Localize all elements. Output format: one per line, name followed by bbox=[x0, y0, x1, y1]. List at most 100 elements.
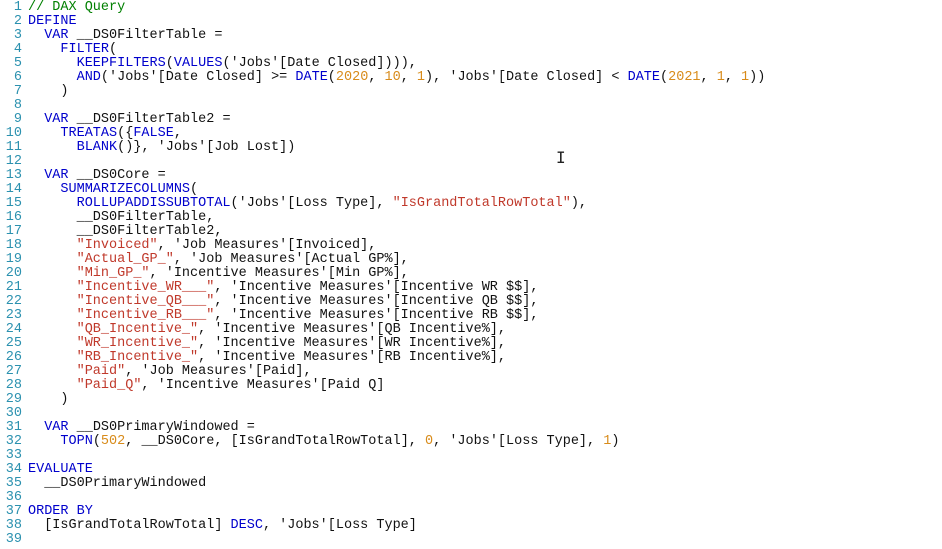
code-line[interactable]: __DS0FilterTable2, bbox=[28, 225, 942, 239]
token-punct: ( bbox=[660, 70, 668, 85]
code-line[interactable]: TREATAS({FALSE, bbox=[28, 127, 942, 141]
token-punct: , bbox=[376, 196, 392, 211]
token-redstr: "Invoiced" bbox=[77, 238, 158, 253]
code-line[interactable]: "WR_Incentive_", 'Incentive Measures'[WR… bbox=[28, 337, 942, 351]
line-number: 9 bbox=[4, 113, 22, 127]
token-var: __DS0Core bbox=[141, 434, 214, 449]
line-number: 27 bbox=[4, 365, 22, 379]
code-line[interactable]: __DS0FilterTable, bbox=[28, 211, 942, 225]
token-ident bbox=[28, 294, 77, 309]
line-number: 38 bbox=[4, 519, 22, 533]
code-line[interactable]: VAR __DS0PrimaryWindowed = bbox=[28, 421, 942, 435]
token-ident bbox=[150, 168, 158, 183]
token-keyword: EVALUATE bbox=[28, 462, 93, 477]
token-ident: 'Jobs' bbox=[158, 140, 207, 155]
token-ident: 'Job Measures' bbox=[141, 364, 254, 379]
code-line[interactable]: FILTER( bbox=[28, 43, 942, 57]
code-line[interactable]: VAR __DS0FilterTable2 = bbox=[28, 113, 942, 127]
token-redstr: "Incentive_RB___" bbox=[77, 308, 215, 323]
token-ident bbox=[28, 56, 77, 71]
token-ident bbox=[28, 140, 77, 155]
line-number: 18 bbox=[4, 239, 22, 253]
line-number: 12 bbox=[4, 155, 22, 169]
token-ident bbox=[69, 168, 77, 183]
token-redstr: "QB_Incentive_" bbox=[77, 322, 199, 337]
token-punct: , bbox=[214, 308, 230, 323]
token-ident bbox=[28, 70, 77, 85]
code-line[interactable]: "Actual_GP_", 'Job Measures'[Actual GP%]… bbox=[28, 253, 942, 267]
token-ident: 'Jobs' bbox=[279, 518, 328, 533]
code-line[interactable]: ) bbox=[28, 393, 942, 407]
code-editor[interactable]: 1234567891011121314151617181920212223242… bbox=[0, 0, 942, 547]
code-line[interactable]: // DAX Query bbox=[28, 1, 942, 15]
token-punct: , bbox=[174, 252, 190, 267]
token-punct: , bbox=[198, 336, 214, 351]
token-func: ROLLUPADDISSUBTOTAL bbox=[77, 196, 231, 211]
token-redstr: "Actual_GP_" bbox=[77, 252, 174, 267]
code-line[interactable]: "Incentive_RB___", 'Incentive Measures'[… bbox=[28, 309, 942, 323]
token-redstr: "Paid" bbox=[77, 364, 126, 379]
token-ident bbox=[28, 392, 60, 407]
token-keyword: VAR bbox=[44, 28, 68, 43]
token-punct: ), bbox=[401, 56, 417, 71]
token-punct: ( bbox=[101, 70, 109, 85]
code-area[interactable]: // DAX QueryDEFINE VAR __DS0FilterTable … bbox=[28, 1, 942, 547]
code-line[interactable]: BLANK()}, 'Jobs'[Job Lost]) bbox=[28, 141, 942, 155]
token-func: DATE bbox=[295, 70, 327, 85]
token-ident bbox=[69, 28, 77, 43]
token-func: DATE bbox=[628, 70, 660, 85]
token-keyword: VAR bbox=[44, 112, 68, 127]
token-ident: 'Incentive Measures' bbox=[214, 322, 376, 337]
code-line[interactable]: AND('Jobs'[Date Closed] >= DATE(2020, 10… bbox=[28, 71, 942, 85]
token-ident bbox=[28, 210, 77, 225]
token-number: 502 bbox=[101, 434, 125, 449]
code-line[interactable] bbox=[28, 491, 942, 505]
token-punct: ) bbox=[287, 140, 295, 155]
code-line[interactable]: [IsGrandTotalRowTotal] DESC, 'Jobs'[Loss… bbox=[28, 519, 942, 533]
token-ident: 'Incentive Measures' bbox=[158, 378, 320, 393]
code-line[interactable]: "QB_Incentive_", 'Incentive Measures'[QB… bbox=[28, 323, 942, 337]
token-keyword: VAR bbox=[44, 168, 68, 183]
code-line[interactable]: EVALUATE bbox=[28, 463, 942, 477]
code-line[interactable]: "Min_GP_", 'Incentive Measures'[Min GP%]… bbox=[28, 267, 942, 281]
code-line[interactable]: "Invoiced", 'Job Measures'[Invoiced], bbox=[28, 239, 942, 253]
line-number-gutter: 1234567891011121314151617181920212223242… bbox=[0, 1, 28, 547]
code-line[interactable]: VAR __DS0Core = bbox=[28, 169, 942, 183]
code-line[interactable]: DEFINE bbox=[28, 15, 942, 29]
code-line[interactable]: SUMMARIZECOLUMNS( bbox=[28, 183, 942, 197]
code-line[interactable]: "Paid", 'Job Measures'[Paid], bbox=[28, 365, 942, 379]
token-punct: < bbox=[611, 70, 619, 85]
token-punct: , bbox=[433, 434, 449, 449]
code-line[interactable]: ORDER BY bbox=[28, 505, 942, 519]
code-line[interactable]: ROLLUPADDISSUBTOTAL('Jobs'[Loss Type], "… bbox=[28, 197, 942, 211]
code-line[interactable] bbox=[28, 155, 942, 169]
token-punct: , bbox=[214, 434, 230, 449]
token-punct: , bbox=[198, 322, 214, 337]
code-line[interactable]: VAR __DS0FilterTable = bbox=[28, 29, 942, 43]
token-punct: , bbox=[401, 70, 417, 85]
code-line[interactable]: TOPN(502, __DS0Core, [IsGrandTotalRowTot… bbox=[28, 435, 942, 449]
token-var: __DS0FilterTable2 bbox=[77, 224, 215, 239]
code-line[interactable]: KEEPFILTERS(VALUES('Jobs'[Date Closed]))… bbox=[28, 57, 942, 71]
code-line[interactable]: "Incentive_QB___", 'Incentive Measures'[… bbox=[28, 295, 942, 309]
code-line[interactable]: ) bbox=[28, 85, 942, 99]
code-line[interactable] bbox=[28, 407, 942, 421]
code-line[interactable]: "Incentive_WR___", 'Incentive Measures'[… bbox=[28, 281, 942, 295]
token-punct: ) bbox=[60, 392, 68, 407]
token-ident: 'Jobs' bbox=[231, 56, 280, 71]
token-number: 1 bbox=[741, 70, 749, 85]
token-func: AND bbox=[77, 70, 101, 85]
code-line[interactable]: "RB_Incentive_", 'Incentive Measures'[RB… bbox=[28, 351, 942, 365]
token-punct: , bbox=[498, 322, 506, 337]
token-ident: 'Incentive Measures' bbox=[231, 294, 393, 309]
code-line[interactable] bbox=[28, 99, 942, 113]
line-number: 29 bbox=[4, 393, 22, 407]
token-func: TOPN bbox=[60, 434, 92, 449]
token-col: [Date Closed] bbox=[279, 56, 384, 71]
code-line[interactable]: "Paid_Q", 'Incentive Measures'[Paid Q] bbox=[28, 379, 942, 393]
code-line[interactable] bbox=[28, 533, 942, 547]
code-line[interactable] bbox=[28, 449, 942, 463]
token-keyword: VAR bbox=[44, 420, 68, 435]
token-punct: , bbox=[401, 252, 409, 267]
code-line[interactable]: __DS0PrimaryWindowed bbox=[28, 477, 942, 491]
